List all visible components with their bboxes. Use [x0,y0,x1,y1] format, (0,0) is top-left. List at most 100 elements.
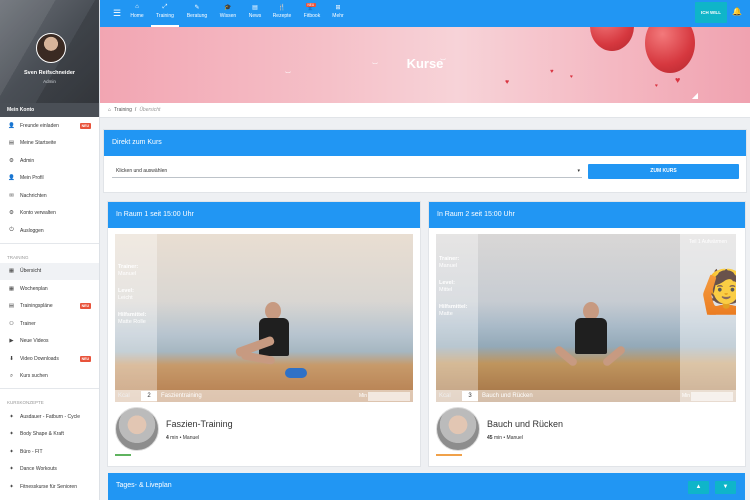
value: Leicht [118,295,133,301]
kcal-label: Kcal [118,393,130,399]
kcal-label: Kcal [439,393,451,399]
sidebar-item-admin[interactable]: ⚙ Admin [0,152,99,170]
duration-box [368,391,410,401]
card-title: In Raum 1 seit 15:00 Uhr [108,202,420,228]
room-2-card: In Raum 2 seit 15:00 Uhr Trainer: Manuel … [429,202,745,466]
course-title[interactable]: Bauch und Rücken [487,419,563,429]
profile-panel: Sven Reifschneider Admin [0,0,99,103]
nav-rezepte[interactable]: 🍴 Rezepte [268,4,296,19]
expand-down-button[interactable]: ▼ [715,481,736,494]
sidebar-item-neue-videos[interactable]: ▶ Neue Videos [0,333,99,351]
search-icon: ⌕ [9,372,14,379]
avatar[interactable] [36,33,66,63]
sidebar-item-video-downloads[interactable]: ⬇ Video Downloads NEU [0,350,99,368]
course-meta: 4 min • Manuel [166,435,199,441]
sidebar-item-label: Übersicht [20,268,42,275]
section-kurskonzepte: Kurskonzepte [7,400,44,405]
collapse-up-button[interactable]: ▲ [688,481,709,494]
home-page-icon: ▤ [8,140,15,147]
nav-home[interactable]: ⌂ Home [123,4,151,19]
nav-wissen[interactable]: 🎓 Wissen [214,4,242,19]
nav-fitbook[interactable]: NEU 👥 Fitbook [298,3,326,19]
video-info-level: Level: Leicht [118,288,134,302]
new-badge: NEU [79,122,91,129]
top-navigation: ☰ ⌂ Home ⤢ Training ✎ Beratung 🎓 Wissen ▤ New… [100,0,750,27]
card-title: Tages- & Liveplan [116,482,172,489]
course-entry[interactable]: Faszien-Training 4 min • Manuel [115,407,413,457]
min-label: Min [358,393,367,399]
sidebar-item-konto-verwalten[interactable]: ⚙ Konto verwalten [0,205,99,223]
card-title: Direkt zum Kurs [104,130,746,156]
invite-icon: 👤 [8,122,15,129]
sidebar-item-label: Video Downloads [20,355,59,362]
sidebar-item-senioren[interactable]: ✦ Fitnesskurse für Senioren [0,478,99,496]
duration: 4 [166,435,169,441]
tages-liveplan-header: Tages- & Liveplan ▲ ▼ [108,473,745,500]
sidebar-item-meine-startseite[interactable]: ▤ Meine Startseite [0,135,99,153]
sidebar-item-buero-fit[interactable]: ✦ Büro - FIT [0,443,99,461]
sidebar-item-kurs-suchen[interactable]: ⌕ Kurs suchen [0,368,99,386]
video-info-trainer: Trainer: Manuel [118,264,138,278]
page-title: Kurse [406,56,444,71]
grid-icon: ⊞ [335,5,341,11]
heart-decoration: ♥ [655,83,658,89]
course-title[interactable]: Faszien-Training [166,419,233,429]
video-info-level: Level: Mittel [439,280,455,294]
nav-label: Training [156,13,174,19]
video-preview[interactable]: Trainer: Manuel Level: Mittel Hilfsmittel:… [436,234,736,402]
nav-beratung[interactable]: ✎ Beratung [183,4,211,19]
cutlery-icon: 🍴 [278,5,286,11]
breadcrumb: ⌂ Training / Übersicht [100,103,750,118]
new-badge: NEU [79,355,91,362]
value: Manuel [118,271,137,277]
sidebar-item-trainer[interactable]: ⚇ Trainer [0,315,99,333]
trainer-icon: ⚇ [9,320,14,327]
exercise-title: Teil 1 Aufwärmen [688,239,728,245]
zum-kurs-button[interactable]: ZUM KURS [588,164,739,179]
course-entry[interactable]: Bauch und Rücken 45 min • Manuel [436,407,734,457]
concept-icon: ✦ [9,431,14,438]
label: Level: [439,280,455,286]
chevron-down-icon: ▾ [577,168,580,174]
sidebar-item-mein-profil[interactable]: 👤 Mein Profil [0,170,99,188]
label: Level: [118,288,134,294]
concept-icon: ✦ [9,448,14,455]
bell-icon[interactable]: 🔔 [732,7,742,16]
nav-training[interactable]: ⤢ Training [151,4,179,27]
nav-mehr[interactable]: ⊞ Mehr [324,4,352,19]
course-meta: 45 min • Manuel [487,435,523,441]
trainer-avatar [115,407,159,451]
sidebar-item-label: Fitnesskurse für Senioren [20,483,77,490]
video-preview[interactable]: Trainer: Manuel Level: Leicht Hilfsmittel:… [115,234,413,402]
sidebar-item-nachrichten[interactable]: ✉ Nachrichten [0,187,99,205]
new-badge: NEU [306,3,316,7]
value: Mittel [439,287,453,293]
nav-news[interactable]: ▤ News [241,4,269,19]
sidebar-item-trainingsplaene[interactable]: ▤ Trainingspläne NEU [0,298,99,316]
home-icon[interactable]: ⌂ [108,107,111,113]
sidebar-item-label: Wochenplan [20,285,48,292]
sidebar-item-label: Ausloggen [20,227,44,234]
user-icon: 👤 [8,175,15,182]
sidebar-item-freunde-einladen[interactable]: 👤 Freunde einladen NEU [0,117,99,135]
news-icon: ▤ [252,5,258,11]
course-select[interactable]: Klicken und auswählen ▾ [112,164,582,178]
trainer-avatar [436,407,480,451]
sidebar-item-dance[interactable]: ✦ Dance Workouts [0,461,99,479]
nav-label: Wissen [219,13,237,19]
section-training: Training [7,254,29,260]
hamburger-menu-icon[interactable]: ☰ [113,8,121,19]
sidebar-item-wochenplan[interactable]: ▦ Wochenplan [0,280,99,298]
level-bar [436,454,462,456]
sidebar-item-uebersicht[interactable]: ▦ Übersicht [0,262,99,280]
sidebar-item-body-shape[interactable]: ✦ Body Shape & Kraft [0,426,99,444]
nav-label: Home [130,13,144,19]
breadcrumb-training[interactable]: Training [114,107,132,113]
new-badge: NEU [79,303,91,310]
ich-will-button[interactable]: ICH WILL [695,2,727,23]
sidebar-item-ausloggen[interactable]: ⏻ Ausloggen [0,222,99,240]
duration: 45 [487,435,493,441]
paper-plane-icon: ◢ [691,91,698,100]
sidebar-item-ausdauer[interactable]: ✦ Ausdauer - Fatburn - Cycle [0,408,99,426]
kcal-value: 3 [462,391,478,401]
